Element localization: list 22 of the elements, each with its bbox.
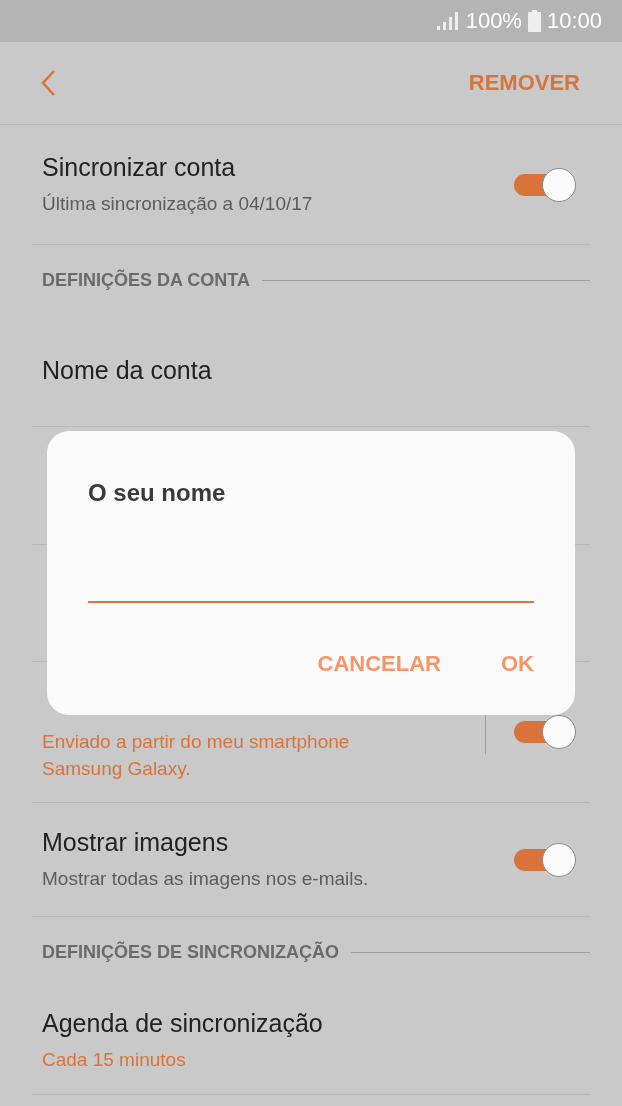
toggle-switch[interactable] xyxy=(514,715,576,749)
dialog-button[interactable]: OK xyxy=(501,651,534,677)
toggle-switch[interactable] xyxy=(514,842,576,877)
setting-title: Sincronizar conta xyxy=(42,152,237,182)
setting-title: Agenda de sincronização xyxy=(42,1008,324,1038)
dialog-title: O seu nome xyxy=(88,479,227,507)
battery-level: 100% xyxy=(465,8,522,34)
setting-title: Nome da conta xyxy=(42,356,213,385)
section-header: DEFINIÇÕES DA CONTA xyxy=(42,269,250,291)
toggle-switch[interactable] xyxy=(514,167,576,202)
clock-time: 10:00 xyxy=(546,8,602,34)
battery-icon xyxy=(527,10,541,32)
dialog-button[interactable]: CANCELAR xyxy=(317,651,441,677)
signal-icon xyxy=(435,11,460,31)
section-header: DEFINIÇÕES DE SINCRONIZAÇÃO xyxy=(42,941,340,963)
back-icon xyxy=(40,69,56,97)
setting-title: Mostrar imagens xyxy=(42,827,230,857)
setting-subtitle: Enviado a partir do meu smartphone Samsung Galaxy. xyxy=(42,730,351,781)
setting-subtitle: Última sincronização a 04/10/17 xyxy=(42,191,314,216)
setting-subtitle: Cada 15 minutos xyxy=(42,1047,187,1072)
remove-button[interactable]: REMOVER xyxy=(468,70,580,96)
setting-subtitle: Mostrar todas as imagens nos e-mails. xyxy=(42,866,370,891)
